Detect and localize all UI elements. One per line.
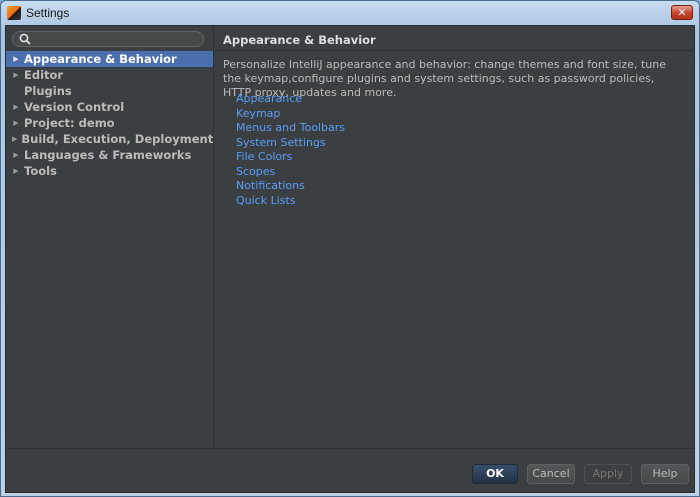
apply-button[interactable]: Apply	[584, 464, 632, 484]
settings-window: Settings ✕ ▶ Appearance & Behavior ▶ Edi…	[0, 0, 700, 497]
expand-arrow-icon[interactable]: ▶	[12, 135, 17, 143]
sidebar-item-label: Version Control	[24, 100, 125, 114]
sidebar-item-label: Project: demo	[24, 116, 115, 130]
title-bar[interactable]: Settings ✕	[1, 1, 699, 25]
search-box[interactable]	[12, 31, 204, 47]
intellij-app-icon	[7, 6, 21, 20]
sidebar-item-label: Build, Execution, Deployment	[21, 132, 214, 146]
expand-arrow-icon[interactable]: ▶	[12, 167, 20, 175]
expand-arrow-icon[interactable]: ▶	[12, 151, 20, 159]
settings-tree: ▶ Appearance & Behavior ▶ Editor ▶ Plugi…	[6, 51, 213, 179]
help-button[interactable]: Help	[641, 464, 689, 484]
sidebar-item-plugins[interactable]: ▶ Plugins	[6, 83, 213, 99]
link-keymap[interactable]: Keymap	[236, 107, 345, 122]
link-menus-toolbars[interactable]: Menus and Toolbars	[236, 121, 345, 136]
cancel-button[interactable]: Cancel	[527, 464, 575, 484]
link-notifications[interactable]: Notifications	[236, 179, 345, 194]
sidebar-item-build-execution-deployment[interactable]: ▶ Build, Execution, Deployment	[6, 131, 213, 147]
search-input[interactable]	[32, 32, 203, 46]
link-scopes[interactable]: Scopes	[236, 165, 345, 180]
sidebar-item-label: Languages & Frameworks	[24, 148, 192, 162]
close-button[interactable]: ✕	[671, 5, 693, 20]
sidebar-item-version-control[interactable]: ▶ Version Control	[6, 99, 213, 115]
link-appearance[interactable]: Appearance	[236, 92, 345, 107]
sidebar-item-project[interactable]: ▶ Project: demo	[6, 115, 213, 131]
link-system-settings[interactable]: System Settings	[236, 136, 345, 151]
subpage-links: Appearance Keymap Menus and Toolbars Sys…	[236, 92, 345, 208]
sidebar-item-label: Tools	[24, 164, 57, 178]
sidebar-item-tools[interactable]: ▶ Tools	[6, 163, 213, 179]
sidebar-item-label: Plugins	[24, 84, 72, 98]
link-file-colors[interactable]: File Colors	[236, 150, 345, 165]
title-divider	[214, 50, 693, 51]
expand-arrow-icon[interactable]: ▶	[12, 55, 20, 63]
sidebar-item-label: Appearance & Behavior	[24, 52, 177, 66]
ok-button[interactable]: OK	[472, 464, 518, 484]
expand-arrow-icon[interactable]: ▶	[12, 103, 20, 111]
dialog-client-area: ▶ Appearance & Behavior ▶ Editor ▶ Plugi…	[5, 25, 695, 493]
sidebar-item-appearance-behavior[interactable]: ▶ Appearance & Behavior	[6, 51, 213, 67]
sidebar-item-label: Editor	[24, 68, 64, 82]
expand-arrow-icon[interactable]: ▶	[12, 71, 20, 79]
expand-arrow-icon[interactable]: ▶	[12, 119, 20, 127]
page-title: Appearance & Behavior	[223, 33, 376, 47]
window-title: Settings	[26, 6, 70, 20]
sidebar-item-editor[interactable]: ▶ Editor	[6, 67, 213, 83]
search-icon	[18, 32, 32, 46]
settings-content-panel: Appearance & Behavior Personalize Intell…	[214, 26, 693, 446]
settings-sidebar: ▶ Appearance & Behavior ▶ Editor ▶ Plugi…	[6, 26, 214, 448]
link-quick-lists[interactable]: Quick Lists	[236, 194, 345, 209]
button-bar-divider	[6, 448, 694, 449]
sidebar-item-languages-frameworks[interactable]: ▶ Languages & Frameworks	[6, 147, 213, 163]
